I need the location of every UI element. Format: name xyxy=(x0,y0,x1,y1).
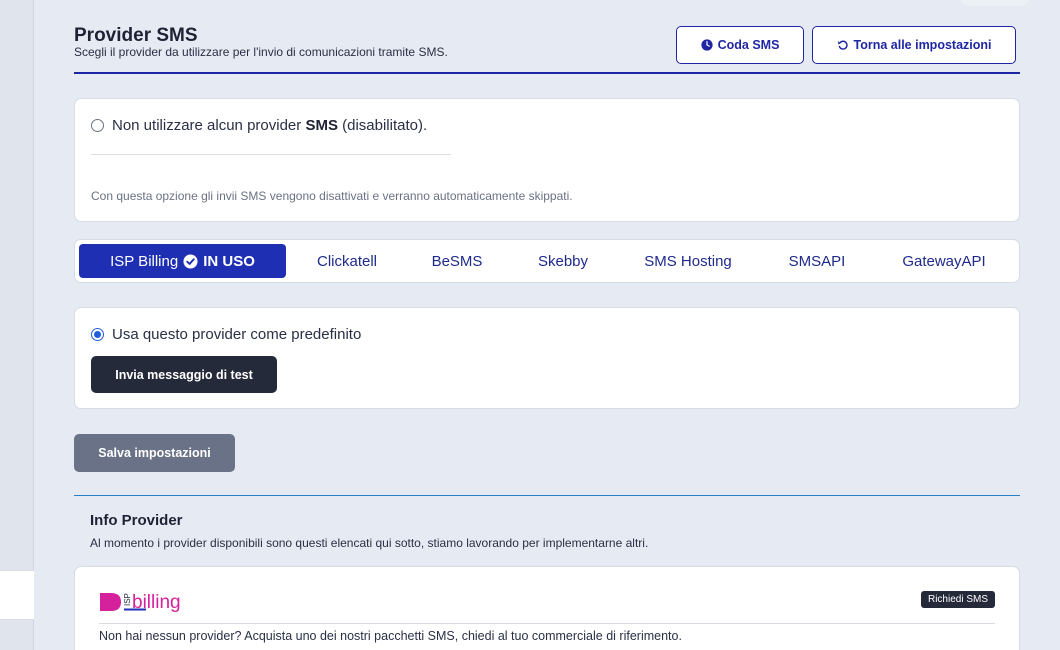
check-circle-icon xyxy=(183,253,198,269)
back-to-settings-button[interactable]: Torna alle impostazioni xyxy=(812,26,1016,64)
disable-label-prefix: Non utilizzare alcun provider xyxy=(112,117,306,134)
disable-label-suffix: (disabilitato). xyxy=(337,117,428,134)
in-use-badge: IN USO xyxy=(203,252,255,270)
sms-queue-button[interactable]: Coda SMS xyxy=(676,26,804,64)
disable-provider-card: Non utilizzare alcun provider SMS (disab… xyxy=(74,98,1020,222)
tab-gatewayapi[interactable]: GatewayAPI xyxy=(891,244,997,278)
page-header: Provider SMS Scegli il provider da utili… xyxy=(74,22,1020,74)
tab-isp-billing-label: ISP Billing xyxy=(110,252,179,270)
request-sms-badge[interactable]: Richiedi SMS xyxy=(920,591,995,608)
logo-prefix: ISP xyxy=(123,593,132,606)
sidebar-panel-fragment xyxy=(0,570,34,620)
isp-billing-info-card: ISP billing Richiedi SMS Non hai nessun … xyxy=(74,566,1020,650)
save-settings-button[interactable]: Salva impostazioni xyxy=(74,434,235,472)
sms-queue-label: Coda SMS xyxy=(717,38,780,52)
isp-billing-description: Non hai nessun provider? Acquista uno de… xyxy=(99,629,682,643)
logo-text: billing xyxy=(132,592,181,613)
page-title: Provider SMS xyxy=(74,25,198,46)
tab-sms-hosting[interactable]: SMS Hosting xyxy=(631,244,745,278)
send-test-message-button[interactable]: Invia messaggio di test xyxy=(91,356,277,393)
divider xyxy=(99,623,995,624)
info-provider-title: Info Provider xyxy=(90,512,183,529)
isp-billing-logo: ISP billing xyxy=(100,592,181,613)
tab-skebby[interactable]: Skebby xyxy=(525,244,601,278)
tab-clickatell[interactable]: Clickatell xyxy=(297,244,397,278)
page-subtitle: Scegli il provider da utilizzare per l'i… xyxy=(74,45,448,59)
disable-label-bold: SMS xyxy=(305,117,338,134)
info-provider-subtitle: Al momento i provider disponibili sono q… xyxy=(90,536,649,550)
undo-icon xyxy=(837,40,848,50)
back-to-settings-label: Torna alle impostazioni xyxy=(853,38,992,52)
disable-provider-radio[interactable] xyxy=(91,119,104,132)
divider xyxy=(91,154,451,155)
tab-besms[interactable]: BeSMS xyxy=(417,244,497,278)
tab-smsapi[interactable]: SMSAPI xyxy=(779,244,855,278)
disable-provider-label[interactable]: Non utilizzare alcun provider SMS (disab… xyxy=(112,117,427,134)
tab-isp-billing[interactable]: ISP Billing IN USO xyxy=(79,244,286,278)
default-provider-label[interactable]: Usa questo provider come predefinito xyxy=(112,326,361,343)
disable-provider-help: Con questa opzione gli invii SMS vengono… xyxy=(91,189,573,203)
default-provider-radio[interactable] xyxy=(91,328,104,341)
top-right-decoration xyxy=(960,0,1030,6)
info-divider xyxy=(74,495,1020,496)
left-sidebar-strip xyxy=(0,0,34,650)
provider-tabs: ISP Billing IN USO Clickatell BeSMS Skeb… xyxy=(74,239,1020,283)
provider-settings-card: Usa questo provider come predefinito Inv… xyxy=(74,307,1020,409)
clock-icon xyxy=(700,39,713,51)
